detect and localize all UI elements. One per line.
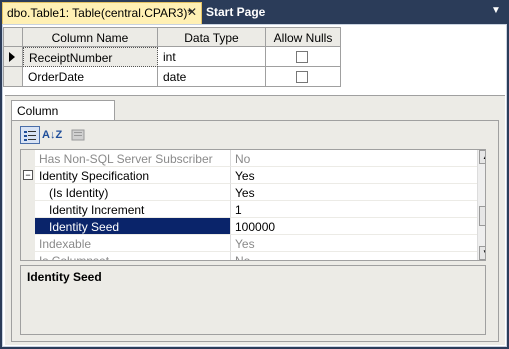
property-gutter: [21, 252, 35, 260]
header-data-type[interactable]: Data Type: [158, 27, 266, 47]
alphabetical-sort-icon[interactable]: A↓Z: [42, 126, 62, 144]
row-selector[interactable]: [3, 67, 23, 87]
property-name: Identity Increment: [35, 201, 231, 218]
current-row-arrow-icon: [9, 52, 15, 62]
tab-table-designer-label: dbo.Table1: Table(central.CPAR3)*: [7, 6, 192, 20]
header-column-name[interactable]: Column Name: [23, 27, 158, 47]
property-name: Identity Specification: [35, 167, 231, 184]
property-gutter: [21, 235, 35, 252]
property-row[interactable]: (Is Identity) Yes: [21, 184, 477, 201]
property-value[interactable]: 100000: [231, 218, 477, 235]
property-value[interactable]: Yes: [231, 184, 477, 201]
categorized-icon[interactable]: [20, 126, 40, 144]
table-row[interactable]: OrderDate date: [3, 67, 341, 87]
scroll-up-icon[interactable]: ▲: [479, 150, 485, 164]
property-description: Identity Seed: [20, 265, 486, 335]
property-value[interactable]: 1: [231, 201, 477, 218]
property-row[interactable]: Is Columnset No: [21, 252, 477, 260]
table-designer: Column Name Data Type Allow Nulls Receip…: [2, 24, 507, 347]
tab-column-properties[interactable]: Column Properties: [11, 100, 115, 132]
column-grid-header: Column Name Data Type Allow Nulls: [3, 27, 341, 47]
collapse-icon[interactable]: −: [23, 170, 33, 180]
property-value[interactable]: Yes: [231, 167, 477, 184]
property-row[interactable]: Has Non-SQL Server Subscriber No: [21, 150, 477, 167]
column-properties-panel: Column Properties A↓Z: [5, 95, 505, 345]
property-gutter: −: [21, 167, 35, 184]
data-type-cell[interactable]: int: [158, 47, 266, 67]
column-name-cell[interactable]: ReceiptNumber: [23, 47, 158, 67]
property-row[interactable]: − Identity Specification Yes: [21, 167, 477, 184]
allow-nulls-checkbox[interactable]: [296, 71, 308, 83]
property-name: Indexable: [35, 235, 231, 252]
properties-toolbar: A↓Z: [20, 124, 490, 146]
property-gutter: [21, 201, 35, 218]
property-row[interactable]: Indexable Yes: [21, 235, 477, 252]
scroll-thumb[interactable]: [479, 206, 485, 226]
allow-nulls-cell: [266, 47, 341, 67]
property-name: Has Non-SQL Server Subscriber: [35, 150, 231, 167]
close-icon[interactable]: ✕: [187, 5, 197, 19]
property-name: Is Columnset: [35, 252, 231, 260]
property-pages-icon[interactable]: [68, 126, 88, 144]
table-row[interactable]: ReceiptNumber int: [3, 47, 341, 67]
vertical-scrollbar[interactable]: ▲ ▼: [477, 150, 485, 260]
allow-nulls-checkbox[interactable]: [296, 51, 308, 63]
scroll-down-icon[interactable]: ▼: [479, 246, 485, 260]
property-gutter: [21, 150, 35, 167]
tab-start-page[interactable]: Start Page: [206, 5, 265, 19]
header-allow-nulls[interactable]: Allow Nulls: [266, 27, 341, 47]
row-header-corner: [3, 27, 23, 47]
description-title: Identity Seed: [27, 270, 102, 284]
row-selector[interactable]: [3, 47, 23, 67]
property-value[interactable]: No: [231, 150, 477, 167]
column-name-cell[interactable]: OrderDate: [23, 67, 158, 87]
property-value[interactable]: Yes: [231, 235, 477, 252]
property-gutter: [21, 218, 35, 235]
allow-nulls-cell: [266, 67, 341, 87]
property-row-selected[interactable]: Identity Seed 100000: [21, 218, 477, 235]
column-properties-frame: A↓Z Has Non-SQL Server Subscriber No − I…: [11, 120, 499, 342]
chevron-down-icon[interactable]: ▼: [491, 5, 501, 16]
property-row[interactable]: Identity Increment 1: [21, 201, 477, 218]
property-name: Identity Seed: [35, 218, 231, 235]
property-grid: Has Non-SQL Server Subscriber No − Ident…: [20, 149, 486, 261]
document-tabstrip: dbo.Table1: Table(central.CPAR3)* ✕ Star…: [0, 0, 509, 24]
property-name: (Is Identity): [35, 184, 231, 201]
data-type-cell[interactable]: date: [158, 67, 266, 87]
property-value[interactable]: No: [231, 252, 477, 260]
property-gutter: [21, 184, 35, 201]
tab-table-designer[interactable]: dbo.Table1: Table(central.CPAR3)* ✕: [2, 2, 202, 24]
